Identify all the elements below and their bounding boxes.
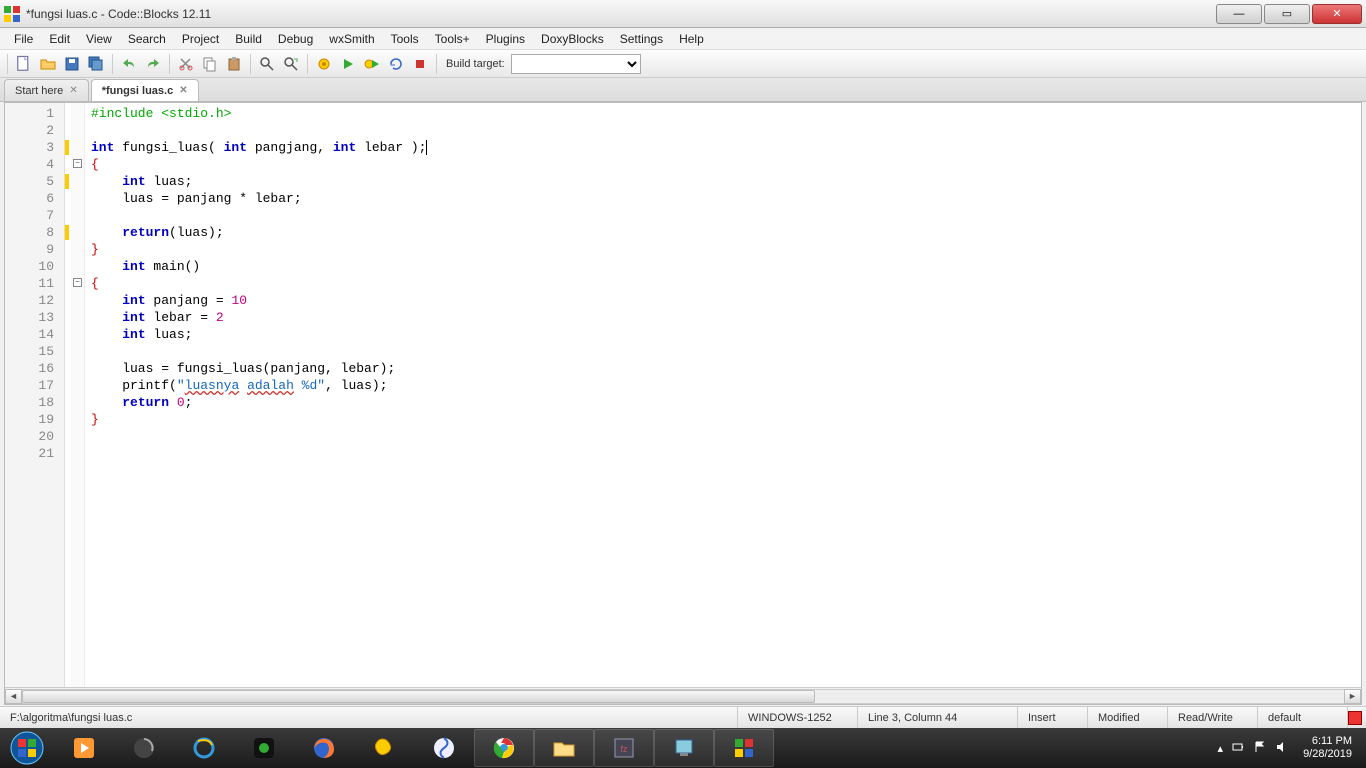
taskbar-app1-icon[interactable]: [114, 729, 174, 767]
redo-button[interactable]: [142, 53, 164, 75]
taskbar-app2-icon[interactable]: [354, 729, 414, 767]
new-file-button[interactable]: [13, 53, 35, 75]
status-filepath: F:\algoritma\fungsi luas.c: [0, 707, 738, 728]
taskbar-app4-icon[interactable]: fz: [594, 729, 654, 767]
horizontal-scrollbar[interactable]: ◄ ►: [5, 687, 1361, 704]
titlebar: *fungsi luas.c - Code::Blocks 12.11 — ▭ …: [0, 0, 1366, 28]
scroll-left-button[interactable]: ◄: [5, 689, 22, 704]
svg-text:fz: fz: [620, 744, 628, 754]
taskbar: fz ▴ 6:11 PM 9/28/2019: [0, 728, 1366, 768]
tab-label: *fungsi luas.c: [102, 85, 174, 97]
cut-button[interactable]: [175, 53, 197, 75]
open-button[interactable]: [37, 53, 59, 75]
menu-doxyblocks[interactable]: DoxyBlocks: [533, 30, 612, 48]
menu-tools[interactable]: Tools: [383, 30, 427, 48]
build-target-label: Build target:: [446, 58, 505, 70]
taskbar-app5-icon[interactable]: [654, 729, 714, 767]
taskbar-chrome-icon[interactable]: [474, 729, 534, 767]
taskbar-firefox-icon[interactable]: [294, 729, 354, 767]
find-button[interactable]: [256, 53, 278, 75]
scroll-right-button[interactable]: ►: [1344, 689, 1361, 704]
app-icon: [4, 6, 20, 22]
status-indicator-icon: [1348, 711, 1362, 725]
toolbar: Build target:: [0, 50, 1366, 78]
menubar: FileEditViewSearchProjectBuildDebugwxSmi…: [0, 28, 1366, 50]
copy-button[interactable]: [199, 53, 221, 75]
taskbar-camera-icon[interactable]: [234, 729, 294, 767]
menu-plugins[interactable]: Plugins: [478, 30, 533, 48]
tray-battery-icon[interactable]: [1231, 740, 1245, 757]
menu-project[interactable]: Project: [174, 30, 227, 48]
abort-button[interactable]: [409, 53, 431, 75]
scroll-track[interactable]: [22, 689, 1344, 704]
start-button[interactable]: [0, 728, 54, 768]
tray-time: 6:11 PM: [1303, 735, 1352, 748]
statusbar: F:\algoritma\fungsi luas.c WINDOWS-1252 …: [0, 706, 1366, 728]
menu-edit[interactable]: Edit: [41, 30, 78, 48]
status-profile: default: [1258, 707, 1348, 728]
menu-wxsmith[interactable]: wxSmith: [321, 30, 382, 48]
undo-button[interactable]: [118, 53, 140, 75]
rebuild-button[interactable]: [385, 53, 407, 75]
menu-debug[interactable]: Debug: [270, 30, 321, 48]
taskbar-mediaplayer-icon[interactable]: [54, 729, 114, 767]
fold-column: −−: [71, 103, 85, 687]
status-readwrite: Read/Write: [1168, 707, 1258, 728]
status-modified: Modified: [1088, 707, 1168, 728]
status-cursor: Line 3, Column 44: [858, 707, 1018, 728]
taskbar-app3-icon[interactable]: [414, 729, 474, 767]
close-icon[interactable]: ✕: [69, 85, 77, 96]
system-tray: ▴ 6:11 PM 9/28/2019: [1210, 735, 1366, 761]
window-controls: — ▭ ✕: [1214, 4, 1362, 24]
minimize-button[interactable]: —: [1216, 4, 1262, 24]
taskbar-explorer-icon[interactable]: [534, 729, 594, 767]
editor[interactable]: 123456789101112131415161718192021 −− #in…: [5, 103, 1361, 687]
tabbar: Start here ✕ *fungsi luas.c ✕: [0, 78, 1366, 102]
menu-file[interactable]: File: [6, 30, 41, 48]
menu-search[interactable]: Search: [120, 30, 174, 48]
paste-button[interactable]: [223, 53, 245, 75]
fold-toggle[interactable]: −: [73, 159, 82, 168]
tab--fungsi-luas-c[interactable]: *fungsi luas.c ✕: [91, 79, 199, 101]
tab-label: Start here: [15, 85, 63, 97]
taskbar-codeblocks-icon[interactable]: [714, 729, 774, 767]
tab-start-here[interactable]: Start here ✕: [4, 79, 89, 101]
menu-build[interactable]: Build: [227, 30, 270, 48]
tray-date: 9/28/2019: [1303, 748, 1352, 761]
build-target-select[interactable]: [511, 54, 641, 74]
status-insert: Insert: [1018, 707, 1088, 728]
close-icon[interactable]: ✕: [179, 85, 187, 96]
run-button[interactable]: [337, 53, 359, 75]
replace-button[interactable]: [280, 53, 302, 75]
window-title: *fungsi luas.c - Code::Blocks 12.11: [26, 7, 1214, 21]
taskbar-ie-icon[interactable]: [174, 729, 234, 767]
fold-toggle[interactable]: −: [73, 278, 82, 287]
tray-show-hidden-icon[interactable]: ▴: [1218, 742, 1224, 755]
menu-help[interactable]: Help: [671, 30, 712, 48]
status-encoding: WINDOWS-1252: [738, 707, 858, 728]
menu-view[interactable]: View: [78, 30, 120, 48]
save-button[interactable]: [61, 53, 83, 75]
build-run-button[interactable]: [361, 53, 383, 75]
tray-clock[interactable]: 6:11 PM 9/28/2019: [1297, 735, 1358, 761]
build-button[interactable]: [313, 53, 335, 75]
tray-flag-icon[interactable]: [1253, 740, 1267, 757]
maximize-button[interactable]: ▭: [1264, 4, 1310, 24]
menu-tools+[interactable]: Tools+: [427, 30, 478, 48]
code-area[interactable]: #include <stdio.h> int fungsi_luas( int …: [85, 103, 1361, 687]
editor-container: 123456789101112131415161718192021 −− #in…: [4, 102, 1362, 705]
tray-volume-icon[interactable]: [1275, 740, 1289, 757]
menu-settings[interactable]: Settings: [612, 30, 671, 48]
close-button[interactable]: ✕: [1312, 4, 1362, 24]
save-all-button[interactable]: [85, 53, 107, 75]
line-number-gutter: 123456789101112131415161718192021: [5, 103, 65, 687]
scroll-thumb[interactable]: [22, 690, 815, 703]
